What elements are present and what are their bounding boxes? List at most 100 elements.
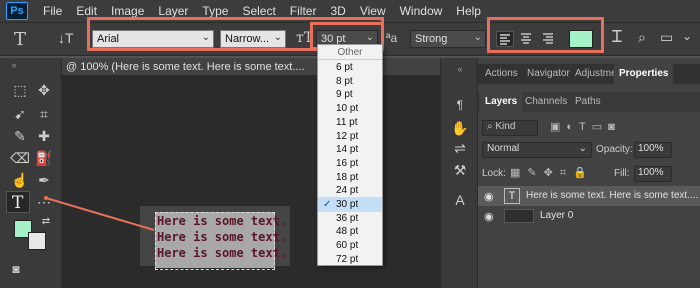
menu-view[interactable]: View: [360, 4, 386, 18]
tab-paths[interactable]: Paths: [570, 92, 606, 112]
tab-layers[interactable]: Layers: [480, 92, 523, 112]
layer-filter-icons[interactable]: ▣◐T▭◙: [550, 120, 621, 133]
photoshop-logo: Ps: [6, 2, 28, 20]
anti-alias-icon: ªa: [386, 31, 398, 45]
marquee-tool-icon[interactable]: ⬚: [10, 82, 30, 99]
fill-input[interactable]: 100%: [634, 166, 672, 182]
layers-panel: Actions Navigator Adjustmen Properties L…: [478, 58, 700, 288]
properties-panel-icon[interactable]: ⚒: [450, 162, 470, 179]
brush-tool-icon[interactable]: ✎: [10, 128, 30, 145]
paint-bucket-icon[interactable]: ⛽: [34, 150, 54, 167]
search-icon[interactable]: ⌕: [638, 29, 646, 46]
dropdown-header: Other: [318, 45, 382, 60]
blend-mode-value: Normal: [487, 143, 520, 154]
text-orientation-icon[interactable]: ↓T: [58, 30, 74, 46]
tab-properties[interactable]: Properties: [614, 64, 674, 84]
font-size-option-label: 8 pt: [336, 75, 353, 87]
menu-image[interactable]: Image: [111, 4, 144, 18]
font-size-option-label: 16 pt: [336, 157, 359, 169]
font-size-option-label: 36 pt: [336, 212, 359, 224]
font-size-option-label: 6 pt: [336, 62, 353, 73]
crop-tool-icon[interactable]: ⌗: [34, 106, 54, 123]
brush-panel-icon[interactable]: ✋: [450, 120, 470, 137]
workspace-icon[interactable]: ▭: [660, 29, 673, 46]
top-panel-tabs: Actions Navigator Adjustmen Properties: [478, 64, 700, 84]
chevron-down-icon: ⌄: [578, 143, 587, 154]
menu-select[interactable]: Select: [242, 4, 275, 18]
visibility-eye-icon[interactable]: ◉: [484, 190, 494, 203]
filter-kind-select[interactable]: ⌕ Kind: [482, 120, 538, 136]
fill-value: 100%: [638, 167, 664, 178]
filter-kind-value: Kind: [495, 121, 516, 132]
lasso-tool-icon[interactable]: ➹: [10, 106, 30, 123]
opacity-label: Opacity:: [596, 144, 633, 155]
opacity-value: 100%: [638, 143, 664, 154]
document-title: @ 100% (Here is some text. Here is some …: [66, 61, 305, 73]
type-tool-icon[interactable]: T: [14, 29, 26, 50]
layer-row-text[interactable]: ◉ T Here is some text. Here is some text…: [478, 186, 700, 206]
quick-mask-icon[interactable]: ◙: [6, 262, 26, 276]
menu-edit[interactable]: Edit: [76, 4, 97, 18]
menu-window[interactable]: Window: [400, 4, 443, 18]
chevron-down-icon[interactable]: ⌄: [682, 29, 692, 43]
menu-filter[interactable]: Filter: [290, 4, 317, 18]
font-size-option-label: 30 pt: [336, 199, 359, 210]
menu-file[interactable]: File: [43, 4, 62, 18]
character-panel-icon[interactable]: A: [450, 192, 470, 208]
document-text-line: Here is some text.: [157, 230, 288, 244]
tools-panel: » ⬚ ✥ ➹ ⌗ ✎ ✚ ⌫ ⛽ ☝ ✒ T ⋯ ⇄ ◙: [0, 58, 62, 288]
font-size-option-label: 48 pt: [336, 226, 359, 238]
opacity-input[interactable]: 100%: [634, 142, 672, 158]
menu-layer[interactable]: Layer: [158, 4, 188, 18]
document-tab[interactable]: @ 100% (Here is some text. Here is some …: [62, 58, 440, 76]
document-text-line: Here is some text.: [157, 246, 288, 260]
lock-icons[interactable]: ▦✎✥⌗🔒: [510, 166, 594, 180]
font-size-option-label: 60 pt: [336, 240, 359, 252]
font-size-option-label: 72 pt: [336, 253, 359, 265]
layer-name: Layer 0: [540, 210, 574, 221]
visibility-eye-icon[interactable]: ◉: [484, 210, 494, 223]
font-size-option-label: 10 pt: [336, 103, 359, 115]
move-tool-icon[interactable]: ✥: [34, 82, 54, 99]
anti-alias-select[interactable]: Strong ⌄: [410, 30, 486, 48]
history-panel-icon[interactable]: ¶: [450, 98, 470, 112]
font-size-option-label: 24 pt: [336, 185, 359, 197]
layer-panel-tabs: Layers Channels Paths: [478, 92, 700, 112]
type-tool-icon: T: [12, 193, 24, 213]
tab-channels[interactable]: Channels: [520, 92, 572, 112]
font-size-dropdown: Other 6 pt 8 pt 9 pt 10 pt 11 pt 12 pt 14 pt 16…: [317, 44, 383, 266]
anti-alias-value: Strong: [415, 33, 448, 45]
font-size-option[interactable]: 72 pt: [318, 252, 382, 267]
document-text-line: Here is some text.: [157, 214, 288, 228]
tool-presets-icon[interactable]: ⇌: [450, 140, 470, 157]
type-tool-button[interactable]: T: [6, 191, 30, 213]
font-size-option-label: 18 pt: [336, 171, 359, 183]
font-size-option-label: 9 pt: [336, 89, 353, 101]
align-color-highlight: [487, 17, 604, 53]
font-size-option-label: 12 pt: [336, 130, 359, 142]
collapse-icon[interactable]: »: [4, 60, 24, 70]
tab-actions[interactable]: Actions: [480, 64, 523, 84]
pen-tool-icon[interactable]: ✒: [34, 172, 54, 189]
tab-navigator[interactable]: Navigator: [522, 64, 575, 84]
collapse-icon[interactable]: «: [450, 64, 470, 74]
layer-row-layer0[interactable]: ◉ Layer 0: [478, 206, 700, 226]
menu-3d[interactable]: 3D: [330, 4, 345, 18]
annotation-arrow: [44, 196, 155, 231]
panel-icon-strip: « ¶ ✋ ⇌ ⚒ A: [440, 58, 478, 288]
smudge-tool-icon[interactable]: ☝: [10, 172, 30, 189]
text-layer-thumbnail: T: [504, 188, 520, 204]
fill-label: Fill:: [614, 168, 630, 179]
background-color[interactable]: [28, 232, 46, 250]
eraser-tool-icon[interactable]: ⌫: [10, 150, 30, 167]
blend-mode-select[interactable]: Normal ⌄: [482, 142, 592, 158]
font-size-option-label: 14 pt: [336, 144, 359, 156]
healing-tool-icon[interactable]: ✚: [34, 128, 54, 145]
warp-text-icon[interactable]: Ꮖ: [612, 29, 623, 47]
lock-label: Lock:: [482, 168, 506, 179]
menu-help[interactable]: Help: [456, 4, 481, 18]
chevron-down-icon: ⌄: [473, 32, 482, 43]
layer-thumbnail: [504, 209, 534, 223]
font-size-option-label: 11 pt: [336, 116, 358, 128]
menu-type[interactable]: Type: [202, 4, 228, 18]
